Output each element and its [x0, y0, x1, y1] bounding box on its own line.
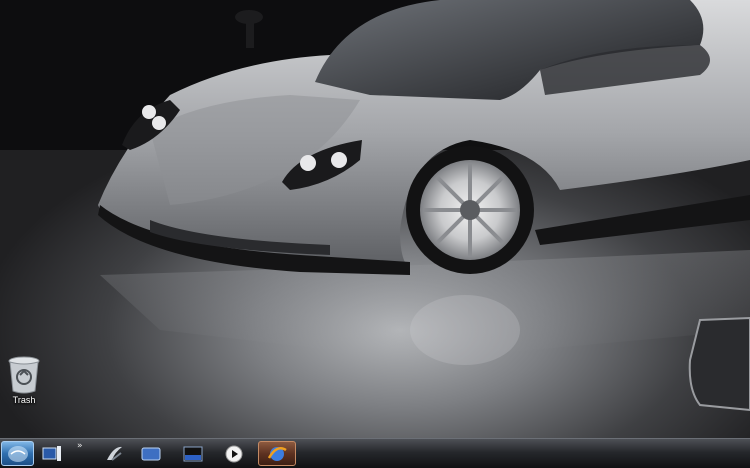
start-button[interactable]	[1, 441, 34, 466]
taskbar-item-window[interactable]	[135, 441, 167, 466]
window-icon	[141, 447, 161, 460]
taskbar-item-browser[interactable]	[258, 441, 296, 466]
show-desktop-icon	[42, 445, 61, 461]
trash-label: Trash	[12, 395, 36, 405]
media-window-icon	[183, 446, 203, 461]
taskbar: »	[0, 438, 750, 468]
windows-orb-icon	[7, 445, 28, 462]
desktop[interactable]: Trash	[0, 0, 750, 438]
desktop-icon-trash[interactable]: Trash	[4, 356, 44, 416]
taskbar-item-app[interactable]	[98, 441, 130, 466]
browser-icon	[267, 446, 287, 461]
overflow-chevron[interactable]: »	[77, 441, 87, 451]
trash-icon	[8, 356, 40, 394]
taskbar-item-media-window[interactable]	[177, 441, 209, 466]
show-desktop-button[interactable]	[36, 441, 68, 466]
wallpaper	[0, 0, 750, 412]
app-logo-icon	[107, 446, 122, 461]
taskbar-item-media-player[interactable]	[218, 441, 250, 466]
play-icon	[225, 445, 243, 462]
